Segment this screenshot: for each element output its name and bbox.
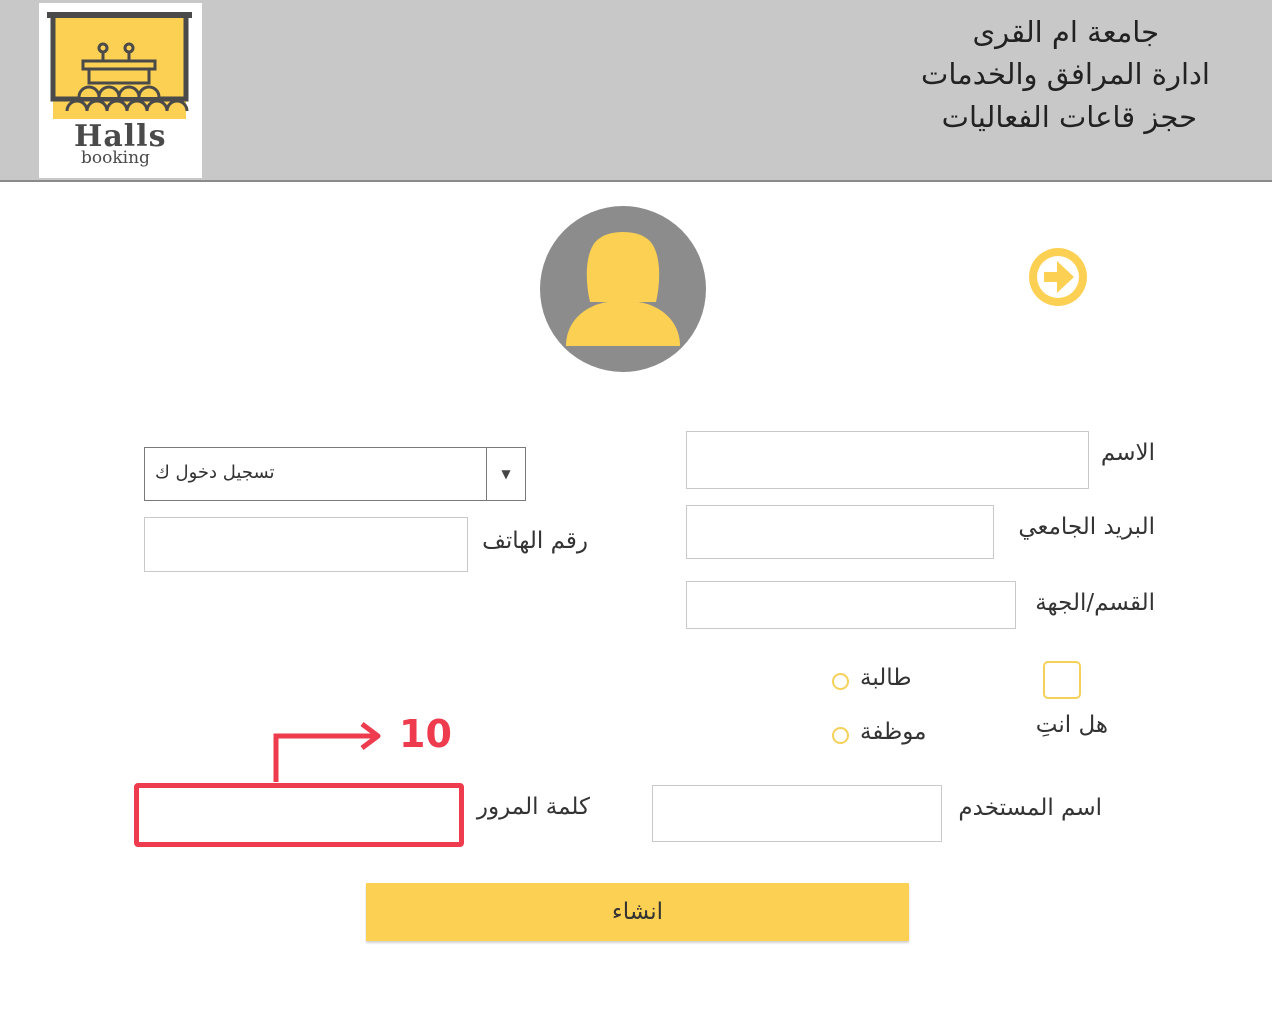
annotation-number: 10 [399,712,452,756]
password-label: كلمة المرور [476,794,590,820]
role-checkbox[interactable] [1043,661,1081,699]
app-header: Halls booking جامعة ام القرى ادارة المرا… [0,0,1272,182]
employee-radio[interactable] [832,727,849,744]
department-name: ادارة المرافق والخدمات [921,57,1210,91]
user-avatar-icon [540,206,706,372]
login-type-value: تسجيل دخول ك [155,462,275,483]
university-name: جامعة ام القرى [972,15,1159,49]
halls-booking-logo: Halls booking [39,3,202,178]
name-field[interactable] [686,431,1089,489]
email-label: البريد الجامعي [1018,514,1155,540]
are-you-label: هل انتِ [1035,712,1108,738]
phone-label: رقم الهاتف [482,528,588,554]
arrow-right-circle-icon[interactable] [1028,247,1088,307]
student-option-label: طالبة [860,665,912,691]
department-label: القسم/الجهة [1035,590,1155,616]
employee-option-label: موظفة [860,719,927,745]
username-field[interactable] [652,785,942,842]
username-label: اسم المستخدم [958,795,1102,821]
chevron-down-icon: ▼ [501,467,511,481]
email-field[interactable] [686,505,994,559]
annotation-highlight-box [134,783,464,847]
phone-field[interactable] [144,517,468,572]
name-label: الاسم [1100,440,1155,466]
logo-subtitle: booking [81,148,150,168]
annotation-arrow [273,722,381,782]
login-type-select[interactable]: تسجيل دخول ك ▼ [144,447,526,501]
dropdown-arrow-area[interactable]: ▼ [486,448,525,500]
student-radio[interactable] [832,673,849,690]
create-button[interactable]: انشاء [366,883,909,941]
department-field[interactable] [686,581,1016,629]
page-title: حجز قاعات الفعاليات [941,100,1197,134]
